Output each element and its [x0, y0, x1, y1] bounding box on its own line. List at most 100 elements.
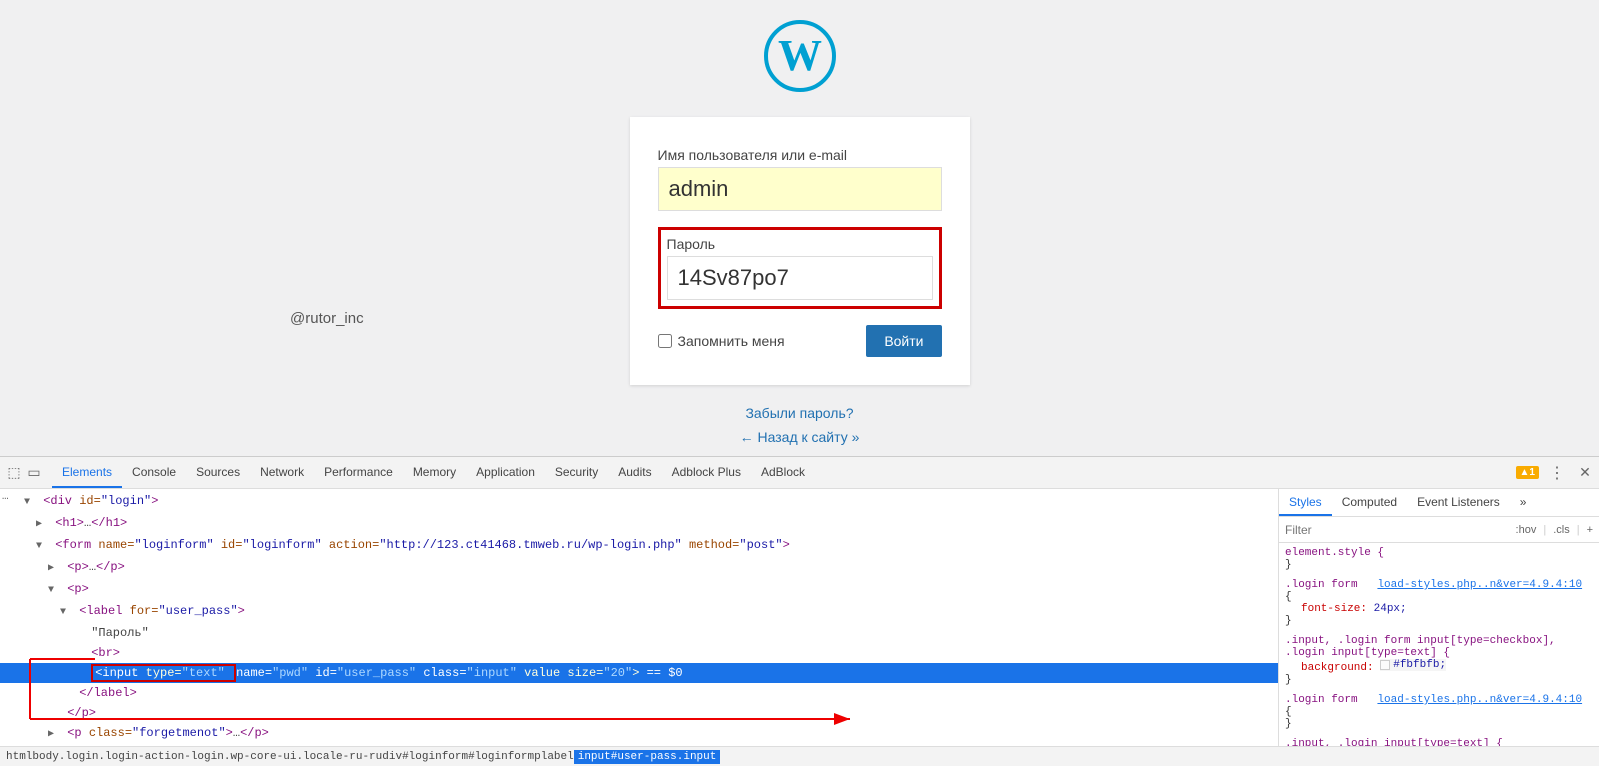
tab-adblock[interactable]: AdBlock [751, 457, 815, 488]
tab-memory[interactable]: Memory [403, 457, 466, 488]
tag-br: <br> [91, 646, 120, 660]
html-line[interactable]: <div id="login"> [0, 491, 1278, 513]
dollar-zero: == $0 [647, 666, 683, 680]
device-icon[interactable]: ▭ [24, 463, 44, 483]
triangle-icon [24, 494, 36, 512]
label-close-line[interactable]: </label> [0, 683, 1278, 703]
tag-label-close: </label> [79, 686, 137, 700]
breadcrumb-body[interactable]: body.login.login-action-login.wp-core-ui… [32, 751, 382, 763]
tab-adblock-plus[interactable]: Adblock Plus [662, 457, 751, 488]
styles-tab-more[interactable]: » [1510, 489, 1537, 516]
svg-text:W: W [778, 31, 822, 80]
styles-content[interactable]: element.style { } .login form load-style… [1279, 543, 1599, 746]
links-area: Забыли пароль? ← Назад к сайту » [740, 405, 860, 453]
color-swatch-fbfbfb[interactable] [1380, 660, 1390, 670]
page-content: W Имя пользователя или e-mail Пароль Зап… [0, 0, 1599, 456]
input-line[interactable]: <input type="text" name="pwd" id="user_p… [0, 663, 1278, 683]
tag-form: <form name="loginform" id="loginform" ac… [55, 538, 790, 552]
tab-console[interactable]: Console [122, 457, 186, 488]
username-input[interactable] [658, 167, 942, 211]
elements-panel[interactable]: … <div id="login"> <h1>…</h1> <form name… [0, 489, 1279, 746]
style-block-input-2: .input, .login input[type=text] { font-s… [1285, 738, 1593, 746]
tab-audits[interactable]: Audits [608, 457, 661, 488]
p-open-line[interactable]: <p> [0, 579, 1278, 601]
add-filter[interactable]: + [1587, 524, 1593, 536]
triangle-icon [60, 604, 72, 622]
back-to-site-link[interactable]: ← Назад к сайту » [740, 429, 860, 445]
input-highlight-box: <input type="text" [91, 664, 236, 682]
tag-forgetmenot-close: </p> [240, 726, 269, 740]
tab-application[interactable]: Application [466, 457, 545, 488]
username-label: Имя пользователя или e-mail [658, 147, 942, 163]
styles-tab-event-listeners[interactable]: Event Listeners [1407, 489, 1510, 516]
devtools-tab-bar: ⬚ ▭ Elements Console Sources Network Per… [0, 457, 1599, 489]
password-input[interactable] [667, 256, 933, 300]
tag-input: <input type="text" [95, 666, 225, 680]
breadcrumb-input[interactable]: input#user-pass.input [574, 750, 721, 764]
form-line[interactable]: <form name="loginform" id="loginform" ac… [0, 535, 1278, 557]
style-close-3: } [1285, 718, 1292, 730]
breadcrumb-form[interactable]: form#loginform [442, 751, 534, 763]
font-size-name: font-size: [1301, 603, 1367, 615]
style-link-1[interactable]: load-styles.php..n&ver=4.9.4:10 [1377, 579, 1582, 591]
username-field-group: Имя пользователя или e-mail [658, 147, 942, 211]
styles-panel: Styles Computed Event Listeners » :hov |… [1279, 489, 1599, 746]
p-line-1[interactable]: <p>…</p> [0, 557, 1278, 579]
breadcrumb-html[interactable]: html [6, 751, 32, 763]
style-link-2[interactable]: load-styles.php..n&ver=4.9.4:10 [1377, 694, 1582, 706]
watermark: @rutor_inc [290, 310, 364, 327]
submit-line[interactable]: <p class="submit">…</p> [0, 745, 1278, 746]
breadcrumb-p[interactable]: p [534, 751, 541, 763]
tab-network[interactable]: Network [250, 457, 314, 488]
tab-performance[interactable]: Performance [314, 457, 403, 488]
remember-me-group: Запомнить меня [658, 333, 785, 349]
element-style-selector: element.style { [1285, 547, 1384, 559]
remember-label: Запомнить меня [678, 333, 785, 349]
inspect-icon[interactable]: ⬚ [4, 463, 24, 483]
h1-line[interactable]: <h1>…</h1> [0, 513, 1278, 535]
background-val: #fbfbfb; [1380, 659, 1446, 671]
label-line[interactable]: <label for="user_pass"> [0, 601, 1278, 623]
filter-buttons: :hov | .cls | + [1516, 524, 1593, 536]
p-close-line[interactable]: </p> [0, 703, 1278, 723]
tab-elements[interactable]: Elements [52, 457, 122, 488]
triangle-icon [36, 538, 48, 556]
hov-filter[interactable]: :hov [1516, 524, 1537, 536]
devtools-icon-group: ▲1 ⋮ ✕ [1516, 463, 1595, 483]
tag-p-1-close: </p> [96, 560, 125, 574]
password-text-line[interactable]: "Пароль" [0, 623, 1278, 643]
style-open-2: { [1285, 706, 1292, 718]
cls-filter[interactable]: .cls [1553, 524, 1570, 536]
tag-div-login: <div id="login"> [43, 494, 158, 508]
remember-checkbox[interactable] [658, 334, 672, 348]
devtools-body: … <div id="login"> <h1>…</h1> <form name… [0, 489, 1599, 746]
style-close: } [1285, 615, 1292, 627]
close-devtools-icon[interactable]: ✕ [1575, 463, 1595, 483]
ellipsis: … [89, 560, 96, 574]
tag-label: <label for="user_pass"> [79, 604, 245, 618]
br-line[interactable]: <br> [0, 643, 1278, 663]
tag-p-open: <p> [67, 582, 89, 596]
triangle-icon [48, 726, 60, 744]
styles-sub-tabs: Styles Computed Event Listeners » [1279, 489, 1599, 517]
ellipsis: … [233, 726, 240, 740]
more-options-icon[interactable]: ⋮ [1547, 463, 1567, 483]
devtools-breadcrumb: html body.login.login-action-login.wp-co… [0, 746, 1599, 766]
login-button[interactable]: Войти [866, 325, 941, 357]
styles-filter-input[interactable] [1285, 523, 1516, 537]
style-close-2: } [1285, 674, 1292, 686]
warning-badge: ▲1 [1516, 466, 1539, 479]
input-text-selector: .input, .login input[type=text] { [1285, 738, 1503, 746]
tab-security[interactable]: Security [545, 457, 608, 488]
forgetmenot-line[interactable]: <p class="forgetmenot">…</p> [0, 723, 1278, 745]
forgot-password-link[interactable]: Забыли пароль? [740, 405, 860, 421]
styles-tab-computed[interactable]: Computed [1332, 489, 1407, 516]
styles-tab-styles[interactable]: Styles [1279, 489, 1332, 516]
tab-sources[interactable]: Sources [186, 457, 250, 488]
triangle-icon [48, 582, 60, 600]
breadcrumb-label[interactable]: label [541, 751, 574, 763]
breadcrumb-div-login[interactable]: div#login [382, 751, 441, 763]
background-prop: background: #fbfbfb; [1285, 659, 1593, 674]
wp-logo: W [764, 20, 836, 117]
triangle-icon [48, 560, 60, 578]
